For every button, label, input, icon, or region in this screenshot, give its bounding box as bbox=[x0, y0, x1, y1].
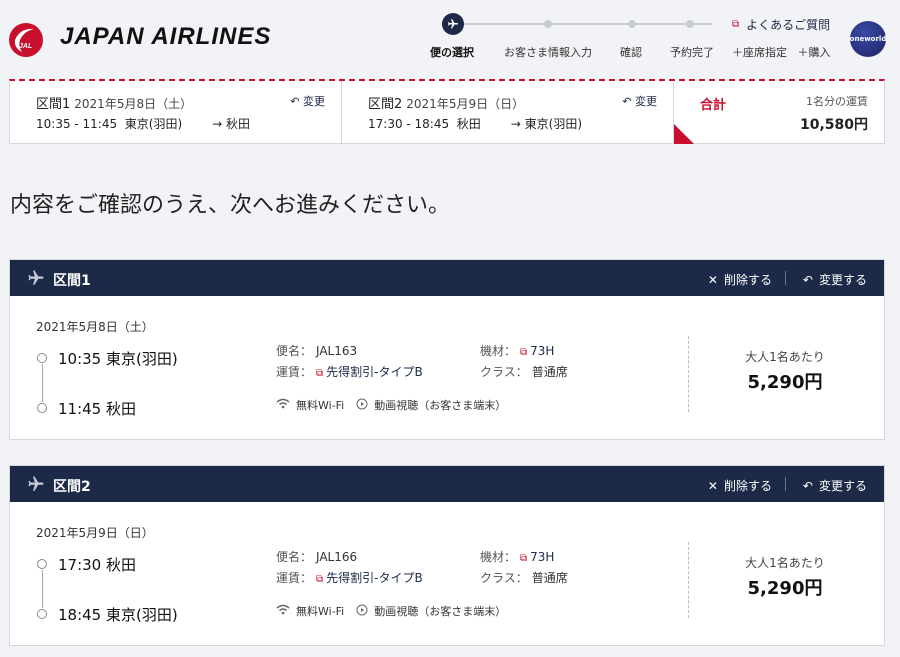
undo-icon: ↶ bbox=[802, 272, 813, 287]
video-label: 動画視聴（お客さま端末） bbox=[374, 605, 507, 618]
purchase-link[interactable]: ＋購入 bbox=[798, 46, 831, 59]
delete-segment-button[interactable]: ✕ 削除する bbox=[708, 477, 772, 494]
faq-link[interactable]: ⧉ よくあるご質問 bbox=[732, 16, 830, 33]
undo-icon: ↶ bbox=[290, 95, 300, 108]
segment-body: 2021年5月8日（土） 10:35 東京(羽田) 11:45 秋田 便名： JA… bbox=[10, 296, 884, 439]
faq-label: よくあるご質問 bbox=[746, 18, 831, 32]
departure-dot bbox=[37, 559, 47, 569]
departure-time: 17:30 秋田 bbox=[58, 556, 136, 574]
wifi-icon bbox=[276, 398, 290, 412]
price-per-person-label: 大人1名あたり bbox=[745, 556, 825, 570]
step-label-confirm: 確認 bbox=[620, 46, 642, 59]
route-line bbox=[42, 570, 43, 608]
arrival-dot bbox=[37, 609, 47, 619]
arrival-time: 18:45 東京(羽田) bbox=[58, 606, 178, 624]
summary-segment-title: 区間1 2021年5月8日（土） bbox=[36, 97, 193, 112]
external-link-icon: ⧉ bbox=[316, 368, 324, 379]
segment-card-1: 区間1 ✕ 削除する ↶ 変更する 2021年5月8日（土） 10:35 東京(羽田… bbox=[9, 259, 885, 440]
flight-number: 便名： JAL163 bbox=[276, 344, 358, 358]
extras-links: ＋座席指定 ＋購入 bbox=[732, 44, 831, 60]
wifi-label: 無料Wi-Fi bbox=[296, 399, 345, 412]
summary-change-button[interactable]: ↶ 変更 bbox=[290, 93, 325, 109]
summary-segment-1: 区間1 2021年5月8日（土） ↶ 変更 10:35 - 11:45 東京(羽田… bbox=[10, 81, 342, 144]
departure-dot bbox=[37, 353, 47, 363]
segment-card-2: 区間2 ✕ 削除する ↶ 変更する 2021年5月9日（日） 17:30 秋田 18… bbox=[9, 465, 885, 646]
fare-amount: 10,580円 bbox=[799, 117, 868, 133]
flight-date: 2021年5月9日（日） bbox=[36, 526, 154, 540]
wifi-label: 無料Wi-Fi bbox=[296, 605, 345, 618]
play-icon bbox=[356, 604, 368, 619]
fare-type[interactable]: 運賃： ⧉ 先得割引-タイプB bbox=[276, 569, 423, 586]
aircraft[interactable]: 機材： ⧉ 73H bbox=[480, 548, 554, 565]
route-line bbox=[42, 364, 43, 402]
arrival-time: 11:45 秋田 bbox=[58, 400, 136, 418]
step-label-select: 便の選択 bbox=[430, 46, 474, 59]
external-link-icon: ⧉ bbox=[520, 553, 528, 564]
delete-segment-button[interactable]: ✕ 削除する bbox=[708, 271, 772, 288]
summary-segment-2: 区間2 2021年5月9日（日） ↶ 変更 17:30 - 18:45 秋田 → 東… bbox=[342, 81, 674, 144]
segment-header: 区間1 ✕ 削除する ↶ 変更する bbox=[10, 260, 884, 296]
oneworld-logo: oneworld bbox=[850, 21, 886, 57]
segment-price: 5,290円 bbox=[747, 578, 823, 599]
svg-text:JAL: JAL bbox=[19, 43, 32, 50]
page-headline: 内容をご確認のうえ、次へお進みください。 bbox=[10, 193, 451, 218]
flight-date: 2021年5月8日（土） bbox=[36, 320, 154, 334]
arrival-dot bbox=[37, 403, 47, 413]
close-icon: ✕ bbox=[707, 272, 718, 287]
flight-number: 便名： JAL166 bbox=[276, 550, 358, 564]
cabin-class: クラス： 普通席 bbox=[480, 365, 568, 379]
airplane-icon bbox=[27, 269, 45, 291]
summary-segment-title: 区間2 2021年5月9日（日） bbox=[368, 97, 525, 112]
segment-header: 区間2 ✕ 削除する ↶ 変更する bbox=[10, 466, 884, 502]
segment-price: 5,290円 bbox=[747, 372, 823, 393]
itinerary-summary: 区間1 2021年5月8日（土） ↶ 変更 10:35 - 11:45 東京(羽田… bbox=[9, 79, 885, 144]
summary-total: 合計 1名分の運賃 10,580円 bbox=[674, 81, 884, 144]
price-per-person-label: 大人1名あたり bbox=[745, 350, 825, 364]
video-label: 動画視聴（お客さま端末） bbox=[374, 399, 507, 412]
departure-time: 10:35 東京(羽田) bbox=[58, 350, 178, 368]
external-link-icon: ⧉ bbox=[520, 347, 528, 358]
jal-logo[interactable]: JAL bbox=[8, 22, 44, 62]
airplane-icon bbox=[27, 475, 45, 497]
summary-change-button[interactable]: ↶ 変更 bbox=[622, 93, 657, 109]
aircraft[interactable]: 機材： ⧉ 73H bbox=[480, 342, 554, 359]
fare-label: 1名分の運賃 bbox=[806, 95, 868, 108]
external-link-icon: ⧉ bbox=[732, 19, 740, 30]
corner-marker bbox=[674, 124, 694, 144]
wifi-icon bbox=[276, 604, 290, 618]
change-segment-button[interactable]: ↶ 変更する bbox=[803, 271, 867, 288]
step-dot bbox=[686, 20, 694, 28]
step-dot bbox=[544, 20, 552, 28]
total-label: 合計 bbox=[700, 98, 727, 113]
undo-icon: ↶ bbox=[802, 478, 813, 493]
plane-icon bbox=[442, 13, 464, 35]
change-segment-button[interactable]: ↶ 変更する bbox=[803, 477, 867, 494]
price-divider bbox=[688, 542, 689, 618]
seat-selection-link[interactable]: ＋座席指定 bbox=[732, 46, 787, 59]
segment-name: 区間2 bbox=[53, 479, 91, 495]
segment-body: 2021年5月9日（日） 17:30 秋田 18:45 東京(羽田) 便名： JA… bbox=[10, 502, 884, 645]
play-icon bbox=[356, 398, 368, 413]
undo-icon: ↶ bbox=[622, 95, 632, 108]
price-divider bbox=[688, 336, 689, 412]
summary-route: 17:30 - 18:45 秋田 → 東京(羽田) bbox=[368, 117, 583, 131]
booking-progress: 便の選択 お客さま情報入力 確認 予約完了 bbox=[420, 10, 750, 70]
fare-type[interactable]: 運賃： ⧉ 先得割引-タイプB bbox=[276, 363, 423, 380]
step-dot bbox=[628, 20, 636, 28]
step-label-complete: 予約完了 bbox=[670, 46, 714, 59]
external-link-icon: ⧉ bbox=[316, 574, 324, 585]
summary-route: 10:35 - 11:45 東京(羽田) → 秋田 bbox=[36, 117, 251, 131]
amenities: 無料Wi-Fi 動画視聴（お客さま端末） bbox=[276, 397, 506, 413]
amenities: 無料Wi-Fi 動画視聴（お客さま端末） bbox=[276, 603, 506, 619]
brand-name: JAPAN AIRLINES bbox=[60, 23, 272, 50]
close-icon: ✕ bbox=[707, 478, 718, 493]
step-label-info: お客さま情報入力 bbox=[504, 46, 592, 59]
segment-name: 区間1 bbox=[53, 273, 91, 289]
site-header: JAL JAPAN AIRLINES 便の選択 お客さま情報入力 確認 予約完了… bbox=[0, 0, 900, 79]
cabin-class: クラス： 普通席 bbox=[480, 571, 568, 585]
